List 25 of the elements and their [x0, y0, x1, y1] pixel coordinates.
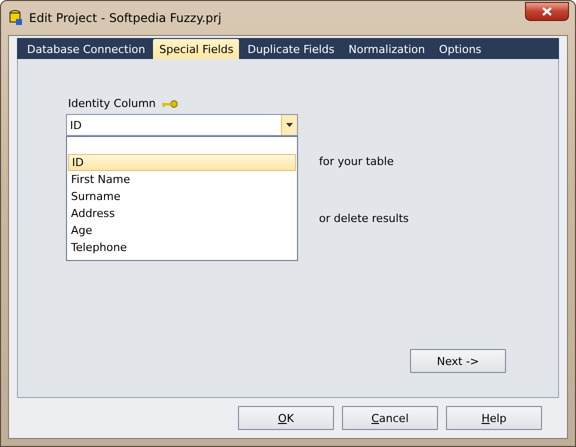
description-text: for your table [319, 155, 394, 168]
list-option[interactable]: Age [68, 222, 296, 239]
key-icon [162, 100, 178, 108]
tab[interactable]: Options [432, 40, 488, 59]
close-button[interactable] [525, 2, 569, 20]
close-icon [542, 6, 552, 16]
list-option[interactable]: Surname [68, 188, 296, 205]
dropdown-button[interactable] [281, 115, 297, 135]
tab[interactable]: Special Fields [153, 39, 240, 59]
window-title: Edit Project - Softpedia Fuzzy.prj [29, 11, 222, 25]
list-option[interactable]: First Name [68, 171, 296, 188]
description-text: or delete results [319, 212, 409, 225]
dialog-button[interactable]: Help [446, 406, 542, 430]
tab[interactable]: Normalization [342, 40, 431, 59]
field-label: Identity Column [68, 97, 156, 110]
list-option[interactable]: Address [68, 205, 296, 222]
tab[interactable]: Duplicate Fields [241, 40, 341, 59]
list-option[interactable]: ID [68, 154, 296, 171]
dialog-button[interactable]: Cancel [342, 406, 438, 430]
list-option[interactable]: Telephone [68, 239, 296, 256]
next-button[interactable]: Next -> [410, 349, 506, 373]
dialog-button[interactable]: OK [238, 406, 334, 430]
caret-icon [286, 123, 293, 127]
database-icon [9, 10, 23, 26]
tab[interactable]: Database Connection [21, 40, 152, 59]
